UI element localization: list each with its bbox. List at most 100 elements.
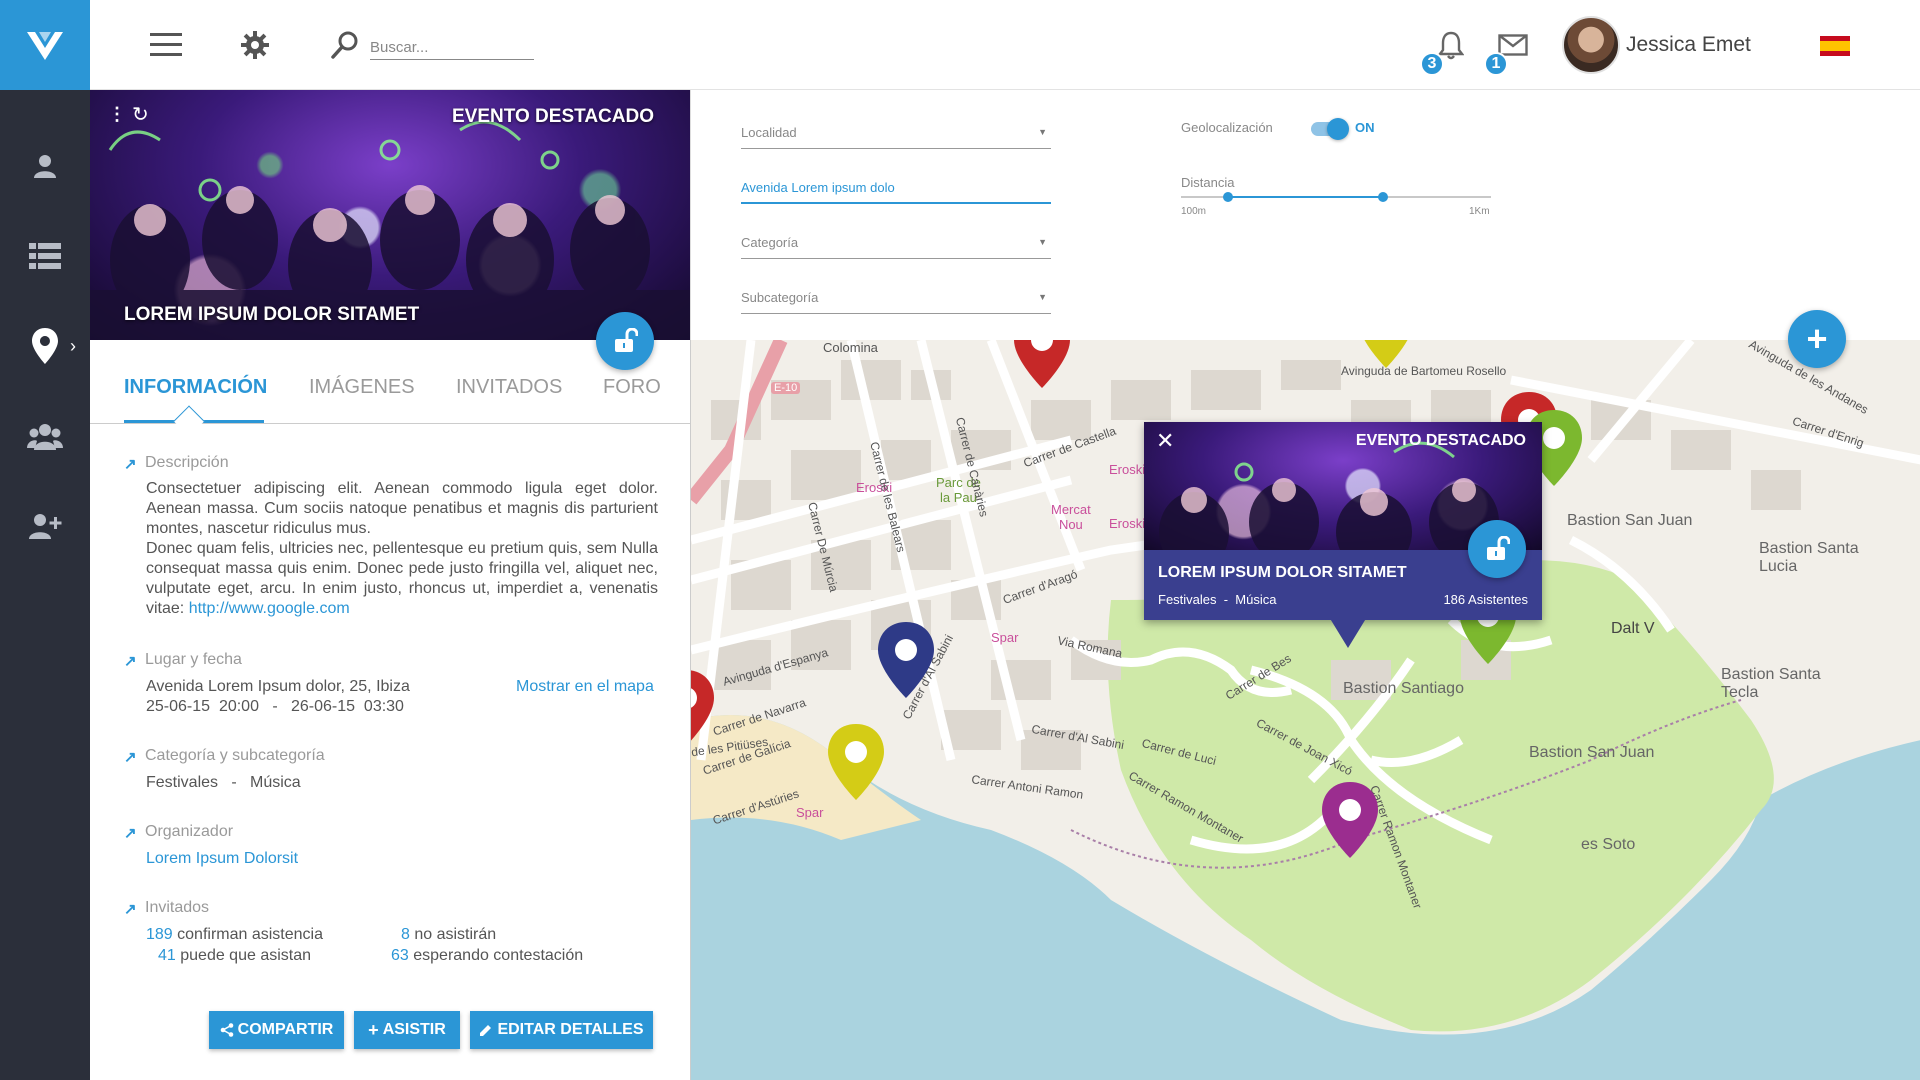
spain-flag-icon[interactable] [1820, 36, 1850, 56]
mail-icon[interactable] [1498, 34, 1528, 56]
popup-category: Festivales - Música [1158, 592, 1277, 607]
distance-max: 1Km [1469, 206, 1490, 217]
popup-event-title: LOREM IPSUM DOLOR SITAMET [1158, 564, 1407, 581]
arrow-icon: ↗ [124, 825, 137, 842]
map-label-bastion-santiago: Bastion Santiago [1343, 680, 1464, 697]
messages-badge: 1 [1484, 52, 1508, 76]
popup-attendees: 186 Asistentes [1443, 592, 1528, 607]
map-pin-navy[interactable] [875, 620, 937, 700]
chevron-down-icon: ▼ [1038, 292, 1047, 302]
arrow-icon: ↗ [124, 901, 137, 918]
geolocation-state: ON [1355, 120, 1375, 135]
sidebar-item-add-user[interactable] [0, 496, 90, 556]
sidebar-item-profile[interactable] [0, 136, 90, 196]
add-user-icon [29, 514, 62, 539]
group-icon [27, 424, 63, 450]
avatar[interactable] [1562, 16, 1620, 74]
map-label-spar-1: Spar [991, 630, 1019, 645]
chevron-down-icon: ▼ [1038, 237, 1047, 247]
map-label-mercat: Mercat Nou [1051, 502, 1091, 532]
guests-waiting-count[interactable]: 63 [391, 947, 409, 964]
guests-no-count[interactable]: 8 [401, 926, 410, 943]
description-text: Consectetuer adipiscing elit. Aenean com… [146, 479, 658, 619]
bell-icon[interactable] [1438, 30, 1464, 60]
logo-icon [27, 32, 63, 60]
user-name[interactable]: Jessica Emet [1626, 33, 1751, 57]
refresh-icon[interactable]: ↻ [132, 102, 149, 127]
category-select[interactable]: Categoría ▼ [741, 225, 1051, 259]
search-input[interactable] [370, 36, 534, 60]
description-paragraph-1: Consectetuer adipiscing elit. Aenean com… [146, 480, 658, 537]
geolocation-toggle[interactable] [1311, 118, 1349, 140]
share-button[interactable]: COMPARTIR [209, 1011, 344, 1049]
localidad-select[interactable]: Localidad ▼ [741, 115, 1051, 149]
category-value: Festivales - Música [146, 774, 301, 791]
section-label-category: Categoría y subcategoría [145, 747, 325, 764]
guests-maybe-count[interactable]: 41 [158, 947, 176, 964]
address-input[interactable]: Avenida Lorem ipsum dolo [741, 170, 1051, 204]
sidebar-item-groups[interactable] [0, 406, 90, 466]
popup-featured-tag: EVENTO DESTACADO [1355, 432, 1526, 449]
attend-label: ASISTIR [382, 1021, 446, 1038]
search-icon[interactable] [330, 30, 360, 60]
map-pin-yellow[interactable] [825, 722, 887, 802]
category-label: Categoría [741, 235, 799, 250]
tab-informacion[interactable]: INFORMACIÓN [124, 376, 267, 399]
distance-slider-fill [1227, 196, 1383, 198]
section-label-place: Lugar y fecha [145, 651, 242, 668]
share-icon [220, 1023, 233, 1037]
popup-unlock-button[interactable] [1468, 520, 1526, 578]
map-label-bastion-san-juan-1: Bastion San Juan [1567, 512, 1693, 529]
sidebar-item-map[interactable]: › [0, 316, 90, 376]
guests-confirm-count[interactable]: 189 [146, 926, 173, 943]
map-label-eroski-3: Eroski [1109, 516, 1146, 531]
distance-min: 100m [1181, 206, 1207, 217]
sidebar-item-list[interactable] [0, 226, 90, 286]
edit-details-button[interactable]: EDITAR DETALLES [470, 1011, 653, 1049]
subcategory-select[interactable]: Subcategoría ▼ [741, 280, 1051, 314]
arrow-icon: ↗ [124, 749, 137, 766]
map-pin-purple[interactable] [1319, 780, 1381, 860]
distance-slider-max-handle[interactable] [1377, 192, 1388, 202]
event-info-panel: ↗ Descripción Consectetuer adipiscing el… [90, 425, 690, 1080]
guests-no-text: no asistirán [409, 926, 497, 943]
user-icon [34, 155, 56, 178]
map-label-bastion-san-juan-2: Bastion San Juan [1529, 744, 1655, 761]
distance-slider-min-handle[interactable] [1222, 192, 1233, 202]
close-icon[interactable]: ✕ [1156, 428, 1174, 454]
notifications-badge: 3 [1420, 52, 1444, 76]
pencil-icon [480, 1024, 492, 1036]
map-event-popup[interactable]: ✕ EVENTO DESTACADO LOREM IPSUM DOLOR SIT… [1144, 422, 1542, 648]
map-label-eroski-2: Eroski [1109, 462, 1146, 477]
gear-icon[interactable] [240, 30, 270, 60]
attend-button[interactable]: + ASISTIR [354, 1011, 460, 1049]
map-pin-red[interactable] [690, 668, 717, 748]
tab-invitados[interactable]: INVITADOS [456, 376, 562, 399]
unlock-button[interactable] [596, 312, 654, 370]
plus-icon: + [368, 1019, 379, 1040]
add-event-button[interactable]: + [1788, 310, 1846, 368]
unlock-icon [1487, 536, 1510, 560]
guests-confirm: 189 confirman asistencia [146, 925, 323, 945]
localidad-label: Localidad [741, 125, 797, 140]
organizer-link[interactable]: Lorem Ipsum Dolorsit [146, 849, 298, 869]
more-options-icon[interactable]: ⋮ [108, 104, 126, 125]
section-label-guests: Invitados [145, 899, 210, 916]
app-logo[interactable] [0, 0, 90, 90]
description-link[interactable]: http://www.google.com [189, 600, 350, 617]
unlock-icon [615, 328, 638, 352]
tab-foro[interactable]: FORO [603, 376, 661, 399]
edit-details-label: EDITAR DETALLES [497, 1021, 644, 1038]
top-bar: 3 1 Jessica Emet [90, 0, 1920, 90]
map-pin-yellow[interactable] [1355, 340, 1417, 370]
show-on-map-link[interactable]: Mostrar en el mapa [516, 677, 654, 697]
map-pin-red[interactable] [1011, 340, 1073, 390]
tab-imagenes[interactable]: IMÁGENES [309, 376, 415, 399]
arrow-icon: ↗ [124, 456, 137, 473]
chevron-down-icon: ▼ [1038, 127, 1047, 137]
hamburger-menu-icon[interactable] [150, 33, 182, 57]
address-value: Avenida Lorem ipsum dolo [741, 180, 895, 195]
guests-confirm-text: confirman asistencia [172, 926, 323, 943]
distance-slider[interactable] [1181, 192, 1491, 202]
map-label-bastion-santa-tecla: Bastion Santa Tecla [1721, 666, 1821, 701]
